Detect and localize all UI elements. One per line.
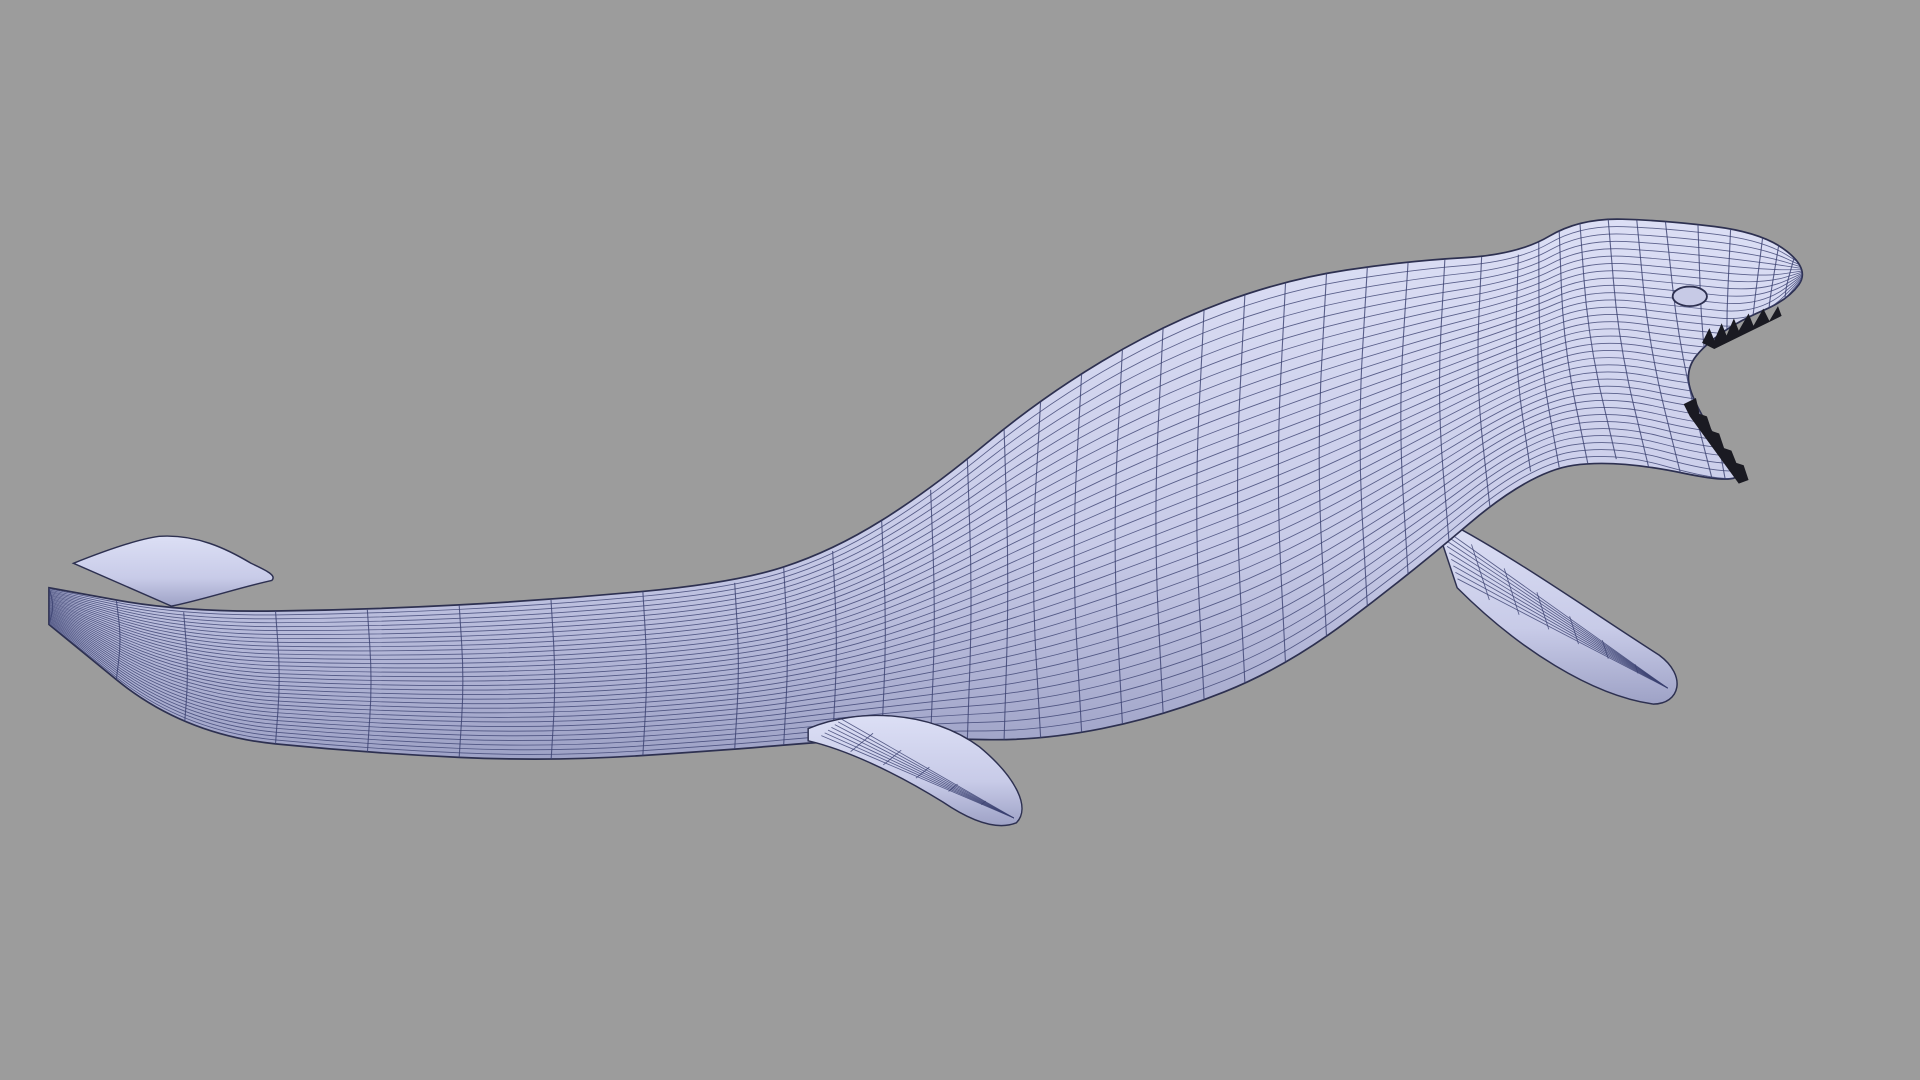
eye [1671,285,1708,308]
viewport-3d[interactable] [0,0,1920,1080]
